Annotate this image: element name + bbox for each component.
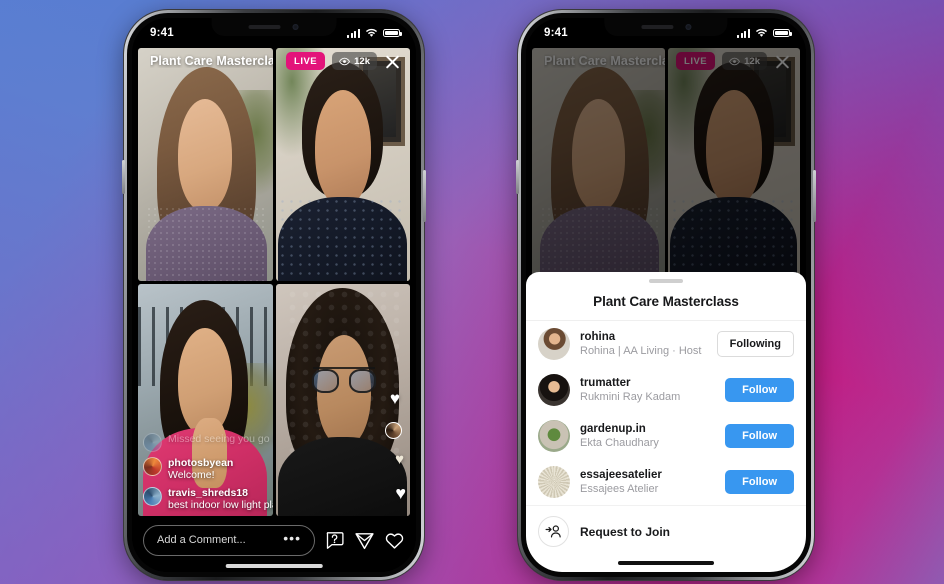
close-icon[interactable] [384, 53, 401, 70]
earpiece-speaker [248, 25, 281, 29]
comment-placeholder: Add a Comment... [157, 534, 246, 546]
live-header-controls: LIVE 12k [286, 52, 401, 70]
username: rohina [580, 330, 616, 343]
phone-screen-right: 9:41 Plant Care Masterclass rohina Rohin… [526, 18, 806, 572]
live-stream-title: Plant Care Mastercla... [150, 54, 273, 68]
username: gardenup.in [580, 422, 646, 435]
live-video-container-left: 9:41 Plant Care Mastercla... LIVE 12k Mi… [132, 18, 416, 572]
follow-button[interactable]: Follow [725, 378, 794, 402]
home-indicator-right [618, 561, 714, 565]
phone-left: 9:41 Plant Care Mastercla... LIVE 12k Mi… [122, 10, 426, 580]
status-clock: 9:41 [150, 27, 174, 39]
user-fullname: Ekta Chaudhary [580, 437, 659, 450]
screenshot-stage: 9:41 Plant Care Mastercla... LIVE 12k Mi… [0, 0, 944, 584]
status-icons [347, 28, 402, 38]
list-item[interactable]: trumatter Rukmini Ray Kadam Follow [526, 367, 806, 413]
question-bubble-icon[interactable] [324, 530, 345, 551]
participants-bottom-sheet: Plant Care Masterclass rohina Rohina | A… [526, 272, 806, 572]
volume-buttons-left[interactable] [122, 160, 125, 194]
status-clock: 9:41 [544, 27, 568, 39]
video-tile-guest-1[interactable]: LIVE 12k [275, 48, 410, 281]
eye-icon [339, 57, 351, 65]
status-icons [737, 28, 792, 38]
power-button-right[interactable] [813, 170, 816, 222]
video-feed-3 [138, 283, 273, 516]
video-feed-1 [138, 48, 273, 281]
user-meta: gardenup.in Ekta Chaudhary [580, 422, 715, 451]
request-to-join-row[interactable]: Request to Join [526, 505, 806, 561]
more-options-icon[interactable]: ••• [283, 531, 301, 545]
phone-right: 9:41 Plant Care Masterclass rohina Rohin… [516, 10, 816, 580]
wifi-icon [755, 28, 768, 37]
notch-left [211, 18, 337, 36]
home-indicator-left [225, 564, 323, 568]
following-button[interactable]: Following [716, 331, 794, 357]
front-camera-icon [685, 24, 691, 30]
list-item[interactable]: gardenup.in Ekta Chaudhary Follow [526, 413, 806, 459]
comment-input[interactable]: Add a Comment... ••• [143, 524, 315, 556]
wifi-icon [365, 28, 378, 37]
video-tile-guest-3[interactable]: ♥ ♥ ♥ [275, 283, 410, 516]
reaction-avatar [385, 422, 402, 439]
heart-icon[interactable] [384, 530, 405, 551]
avatar [538, 374, 570, 406]
follow-button[interactable]: Follow [725, 424, 794, 448]
signal-bars-icon [347, 28, 360, 38]
sheet-title: Plant Care Masterclass [526, 283, 806, 321]
user-meta: trumatter Rukmini Ray Kadam [580, 376, 715, 405]
user-fullname: Essajees Atelier [580, 483, 659, 496]
avatar [538, 466, 570, 498]
battery-icon [773, 28, 792, 38]
floating-hearts: ♥ ♥ ♥ [366, 388, 406, 508]
front-camera-icon [292, 24, 299, 30]
follow-button[interactable]: Follow [725, 470, 794, 494]
avatar [538, 420, 570, 452]
heart-icon: ♥ [395, 483, 406, 503]
user-meta: essajeesatelier Essajees Atelier [580, 468, 715, 497]
viewer-count-badge: 12k [332, 52, 377, 70]
avatar [538, 328, 570, 360]
list-item[interactable]: rohina Rohina | AA Living · Host Followi… [526, 321, 806, 367]
notch-right [604, 18, 728, 36]
live-video-grid-left: Plant Care Mastercla... LIVE 12k Missed … [138, 48, 410, 516]
user-fullname: Rohina | AA Living · Host [580, 345, 702, 358]
live-badge: LIVE [286, 52, 326, 70]
heart-icon: ♥ [395, 451, 404, 468]
user-fullname: Rukmini Ray Kadam [580, 391, 681, 404]
send-icon[interactable] [354, 530, 375, 551]
heart-icon: ♥ [389, 389, 400, 408]
live-video-container-right: 9:41 Plant Care Masterclass rohina Rohin… [526, 18, 806, 572]
phone-screen-left: 9:41 Plant Care Mastercla... LIVE 12k Mi… [132, 18, 416, 572]
power-button-left[interactable] [423, 170, 426, 222]
list-item[interactable]: essajeesatelier Essajees Atelier Follow [526, 459, 806, 505]
signal-bars-icon [737, 28, 750, 38]
request-to-join-label: Request to Join [580, 524, 671, 539]
video-tile-guest-2[interactable]: Missed seeing you go Live... photosbyean… [138, 283, 273, 516]
username: trumatter [580, 376, 631, 389]
battery-icon [383, 28, 402, 38]
video-tile-host[interactable]: Plant Care Mastercla... [138, 48, 273, 281]
username: essajeesatelier [580, 468, 662, 481]
user-meta: rohina Rohina | AA Living · Host [580, 330, 707, 359]
volume-buttons-right[interactable] [516, 160, 519, 194]
video-feed-2 [275, 48, 410, 281]
earpiece-speaker [641, 25, 673, 29]
viewer-count-text: 12k [354, 55, 370, 67]
add-person-icon [538, 516, 569, 547]
